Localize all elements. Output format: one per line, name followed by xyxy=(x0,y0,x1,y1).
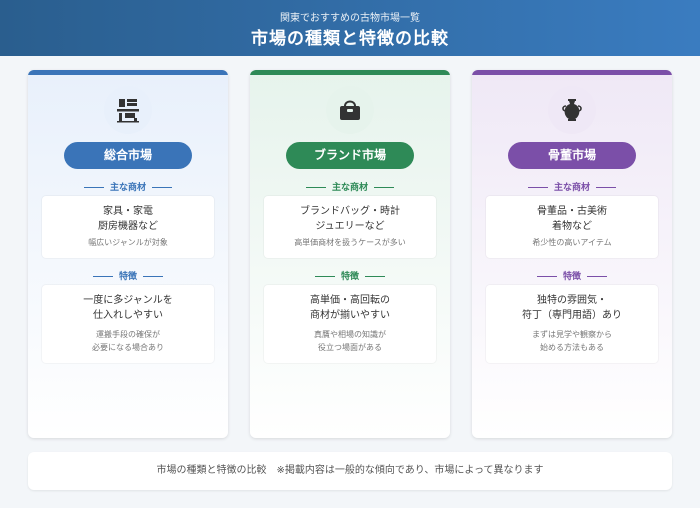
section-label-products: 主な商材 xyxy=(472,180,672,193)
card-accent-bar xyxy=(28,70,228,75)
features-note-1: 真贋や相場の知識が xyxy=(314,330,386,339)
products-box: 骨董品・古美術 着物など 希少性の高いアイテム xyxy=(486,196,658,258)
handbag-icon xyxy=(340,100,360,120)
products-line-1: ブランドバッグ・時計 xyxy=(300,206,400,217)
divider-line xyxy=(596,187,616,188)
products-line-2: ジュエリーなど xyxy=(315,221,385,232)
divider-line xyxy=(374,187,394,188)
products-box: 家具・家電 厨房機器など 幅広いジャンルが対象 xyxy=(42,196,214,258)
card-title-pill: 骨董市場 xyxy=(508,142,636,169)
divider-line xyxy=(536,276,557,277)
card-title-pill: 総合市場 xyxy=(64,142,192,169)
products-note: 高単価商材を扱うケースが多い xyxy=(294,238,406,247)
divider-line xyxy=(83,187,104,188)
features-line-1: 独特の雰囲気・ xyxy=(537,295,607,306)
card-accent-bar xyxy=(250,70,450,75)
section-label-features: 特徴 xyxy=(250,269,450,282)
section-label-features: 特徴 xyxy=(472,269,672,282)
card-title-pill: ブランド市場 xyxy=(286,142,414,169)
features-line-2: 仕入れしやすい xyxy=(93,310,163,321)
card-general-market: 総合市場 主な商材 家具・家電 厨房機器など 幅広いジャンルが対象 特徴 一度に… xyxy=(28,70,228,438)
divider-line xyxy=(152,187,172,188)
products-line-2: 厨房機器など xyxy=(98,221,158,232)
header-banner: 関東でおすすめの古物市場一覧 市場の種類と特徴の比較 xyxy=(0,0,700,56)
products-line-1: 家具・家電 xyxy=(103,206,153,217)
features-note-1: まずは見学や観察から xyxy=(532,330,612,339)
features-note-2: 必要になる場合あり xyxy=(92,343,164,352)
features-line-1: 一度に多ジャンルを xyxy=(83,295,173,306)
features-line-2: 符丁（専門用語）あり xyxy=(522,310,622,321)
section-label-features: 特徴 xyxy=(28,269,228,282)
features-note-2: 役立つ場面がある xyxy=(318,343,382,352)
features-note-1: 運搬手段の確保が xyxy=(96,330,160,339)
products-box: ブランドバッグ・時計 ジュエリーなど 高単価商材を扱うケースが多い xyxy=(264,196,436,258)
card-icon-circle xyxy=(326,86,374,134)
card-icon-circle xyxy=(548,86,596,134)
card-brand-market: ブランド市場 主な商材 ブランドバッグ・時計 ジュエリーなど 高単価商材を扱うケ… xyxy=(250,70,450,438)
products-note: 幅広いジャンルが対象 xyxy=(88,238,168,247)
products-line-1: 骨董品・古美術 xyxy=(537,206,607,217)
card-antique-market: 骨董市場 主な商材 骨董品・古美術 着物など 希少性の高いアイテム 特徴 独特の… xyxy=(472,70,672,438)
vase-icon xyxy=(562,99,582,121)
divider-line xyxy=(587,276,607,277)
card-icon-circle xyxy=(104,86,152,134)
features-line-1: 高単価・高回転の xyxy=(310,295,390,306)
features-note-2: 始める方法もある xyxy=(540,343,604,352)
divider-line xyxy=(92,276,113,277)
footer-note: 市場の種類と特徴の比較 ※掲載内容は一般的な傾向であり、市場によって異なります xyxy=(28,452,672,490)
products-note: 希少性の高いアイテム xyxy=(532,238,612,247)
features-box: 独特の雰囲気・ 符丁（専門用語）あり まずは見学や観察から 始める方法もある xyxy=(486,285,658,363)
divider-line xyxy=(305,187,326,188)
features-box: 高単価・高回転の 商材が揃いやすい 真贋や相場の知識が 役立つ場面がある xyxy=(264,285,436,363)
features-box: 一度に多ジャンルを 仕入れしやすい 運搬手段の確保が 必要になる場合あり xyxy=(42,285,214,363)
header-subtitle: 関東でおすすめの古物市場一覧 xyxy=(280,13,420,24)
card-accent-bar xyxy=(472,70,672,75)
features-line-2: 商材が揃いやすい xyxy=(310,310,390,321)
divider-line xyxy=(365,276,385,277)
store-icon xyxy=(117,99,139,123)
header-title: 市場の種類と特徴の比較 xyxy=(251,29,449,49)
section-label-products: 主な商材 xyxy=(250,180,450,193)
divider-line xyxy=(314,276,335,277)
section-label-products: 主な商材 xyxy=(28,180,228,193)
products-line-2: 着物など xyxy=(552,221,592,232)
divider-line xyxy=(143,276,163,277)
divider-line xyxy=(527,187,548,188)
